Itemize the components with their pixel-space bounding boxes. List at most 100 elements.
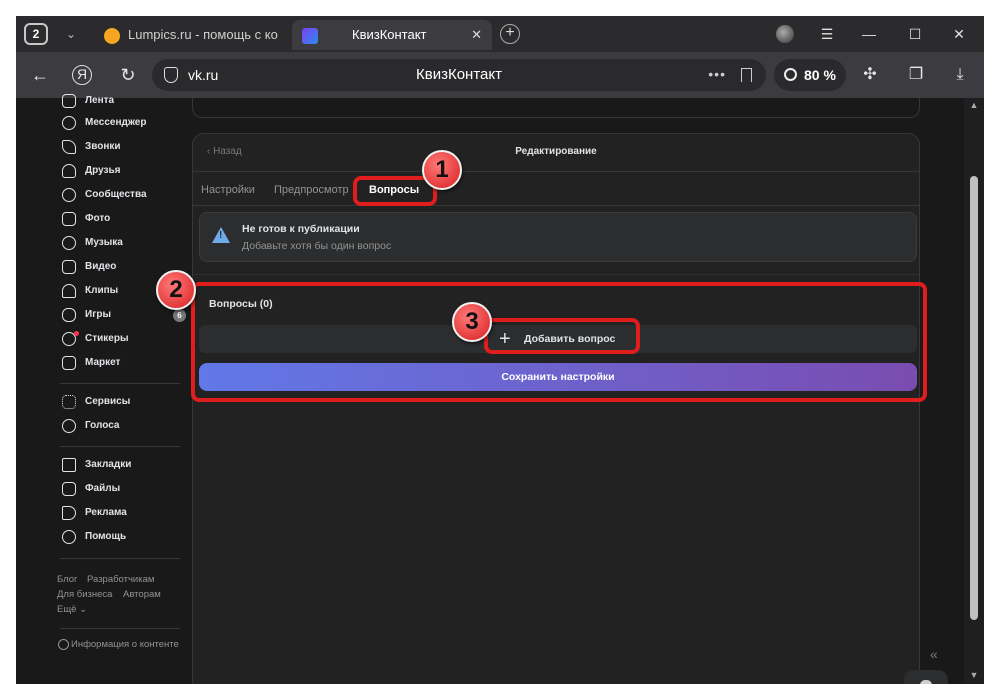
games-count-badge: 6 — [173, 309, 186, 322]
close-window-icon[interactable]: ✕ — [944, 22, 974, 46]
sidebar-item-stickers[interactable]: Стикеры — [60, 328, 190, 350]
footer-link-blog[interactable]: Блог — [57, 574, 78, 585]
tab-preview[interactable]: Предпросмотр — [274, 184, 349, 196]
address-bar[interactable]: vk.ru КвизКонтакт ••• — [152, 59, 766, 91]
address-page-title: КвизКонтакт — [416, 66, 502, 83]
sidebar-item-votes[interactable]: Голоса — [60, 415, 190, 437]
callout-2: 2 — [156, 270, 196, 310]
sidebar-item-ads[interactable]: Реклама — [60, 502, 190, 524]
sidebar-item-bookmarks[interactable]: Закладки — [60, 454, 190, 476]
sidebar-item-label: Закладки — [85, 459, 132, 470]
new-tab-button[interactable]: + — [500, 24, 520, 44]
sidebar-item-feed[interactable]: Лента — [60, 90, 190, 112]
footer-more-button[interactable]: Ещё ⌄ — [57, 604, 87, 615]
tab-lumpics[interactable]: Lumpics.ru - помощь с ко — [96, 20, 288, 50]
sidebar-item-services[interactable]: Сервисы — [60, 391, 190, 413]
sidebar-item-market[interactable]: Маркет — [60, 352, 190, 374]
footer-link-authors[interactable]: Авторам — [123, 589, 161, 600]
scroll-down-icon[interactable]: ▼ — [969, 670, 979, 680]
bookmark-icon[interactable] — [741, 68, 752, 82]
divider — [60, 446, 180, 447]
left-sidebar: Лента Мессенджер Звонки Друзья Сообществ… — [56, 94, 196, 684]
chevron-down-icon[interactable]: ⌄ — [61, 24, 81, 44]
zoom-level: 80 % — [804, 67, 836, 83]
footer-link-business[interactable]: Для бизнеса — [57, 589, 112, 600]
help-icon — [62, 530, 76, 544]
sidebar-item-label: Сервисы — [85, 396, 131, 407]
tab-quizcontact[interactable]: КвизКонтакт ✕ — [292, 20, 492, 50]
sidebar-item-label: Музыка — [85, 237, 123, 248]
footer-link-developers[interactable]: Разработчикам — [87, 574, 154, 585]
back-arrow-icon[interactable]: ← — [28, 63, 52, 87]
sidebar-item-label: Стикеры — [85, 333, 129, 344]
bookmarks-icon — [62, 458, 76, 472]
sidebar-item-communities[interactable]: Сообщества — [60, 184, 190, 206]
page-title: Редактирование — [515, 146, 597, 157]
tab-settings[interactable]: Настройки — [201, 184, 255, 196]
sidebar-item-label: Голоса — [85, 420, 120, 431]
sidebar-item-friends[interactable]: Друзья — [60, 160, 190, 182]
video-icon — [62, 260, 76, 274]
web-page: Лента Мессенджер Звонки Друзья Сообществ… — [16, 94, 984, 684]
footer-content-info[interactable]: Информация о контенте — [71, 639, 179, 650]
divider — [60, 558, 180, 559]
sidebar-item-photo[interactable]: Фото — [60, 208, 190, 230]
sidebar-item-label: Звонки — [85, 141, 121, 152]
chat-icon — [920, 680, 932, 684]
reload-icon[interactable]: ↻ — [116, 63, 140, 87]
sidebar-item-files[interactable]: Файлы — [60, 478, 190, 500]
sidebar-item-label: Лента — [85, 95, 115, 106]
quiz-favicon-icon — [302, 28, 318, 44]
collapse-panel-icon[interactable]: « — [930, 646, 938, 662]
sidebar-item-label: Реклама — [85, 507, 127, 518]
market-icon — [62, 356, 76, 370]
highlight-add-question — [484, 318, 640, 354]
tab-title: Lumpics.ru - помощь с ко — [128, 27, 278, 42]
page-scrollbar[interactable]: ▲ ▼ — [964, 98, 984, 684]
feed-icon — [62, 94, 76, 108]
zoom-button[interactable]: 80 % — [774, 59, 846, 91]
sidebar-item-label: Помощь — [85, 531, 127, 542]
maximize-icon[interactable]: ☐ — [900, 22, 930, 46]
close-tab-icon[interactable]: ✕ — [471, 20, 482, 50]
menu-icon[interactable]: ☰ — [812, 22, 842, 46]
sidebar-item-label: Мессенджер — [85, 117, 147, 128]
sidebar-item-calls[interactable]: Звонки — [60, 136, 190, 158]
scroll-thumb[interactable] — [970, 176, 978, 620]
panel-header: ‹ Назад Редактирование — [193, 134, 919, 172]
sidebar-item-label: Файлы — [85, 483, 121, 494]
warning-icon — [212, 227, 230, 243]
message-icon — [62, 116, 76, 130]
extensions-icon[interactable]: ✣ — [858, 63, 882, 87]
editor-panel: ‹ Назад Редактирование Настройки Предпро… — [192, 133, 920, 684]
minimize-icon[interactable]: — — [854, 22, 884, 46]
tab-strip: 2 ⌄ Lumpics.ru - помощь с ко КвизКонтакт… — [16, 16, 984, 52]
sidebar-item-label: Клипы — [85, 285, 119, 296]
services-icon — [62, 395, 76, 409]
sidebar-item-label: Фото — [85, 213, 111, 224]
sidebar-item-music[interactable]: Музыка — [60, 232, 190, 254]
sidebar-item-messenger[interactable]: Мессенджер — [60, 112, 190, 134]
tab-count-button[interactable]: 2 — [24, 23, 48, 45]
sidebar-item-help[interactable]: Помощь — [60, 526, 190, 548]
yandex-icon[interactable]: Я — [72, 65, 92, 85]
info-icon — [58, 639, 69, 650]
download-icon[interactable]: ⤓ — [948, 63, 972, 87]
chat-button[interactable] — [904, 670, 948, 684]
photo-icon — [62, 212, 76, 226]
games-icon — [62, 308, 76, 322]
browser-window: 2 ⌄ Lumpics.ru - помощь с ко КвизКонтакт… — [16, 16, 984, 684]
collections-icon[interactable]: ❐ — [904, 63, 928, 87]
editor-tabs: Настройки Предпросмотр Вопросы — [193, 172, 919, 206]
phone-icon — [62, 140, 76, 154]
votes-icon — [62, 419, 76, 433]
more-icon[interactable]: ••• — [708, 59, 726, 89]
callout-3: 3 — [452, 302, 492, 342]
files-icon — [62, 482, 76, 496]
profile-avatar[interactable] — [776, 25, 794, 43]
music-icon — [62, 236, 76, 250]
scroll-up-icon[interactable]: ▲ — [969, 100, 979, 110]
sidebar-item-label: Игры — [85, 309, 112, 320]
zoom-search-icon — [784, 68, 797, 81]
warning-banner: Не готов к публикации Добавьте хотя бы о… — [199, 212, 917, 262]
